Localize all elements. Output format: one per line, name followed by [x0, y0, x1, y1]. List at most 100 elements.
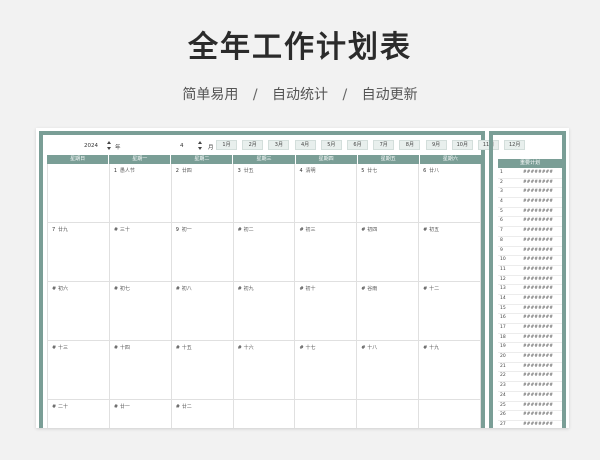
plan-value: ######## [522, 266, 554, 272]
plan-value: ######## [522, 334, 554, 340]
calendar-day-cell[interactable]: 1 愚人节 [110, 164, 172, 222]
calendar-day-cell[interactable]: # 初二 [234, 223, 296, 281]
month-unit-label: 月 [208, 145, 214, 151]
weekday-label: 星期日 [47, 155, 110, 164]
lunar-label: 二十 [58, 404, 69, 410]
calendar-day-cell[interactable]: 4 清明 [295, 164, 358, 222]
plan-index: 4 [500, 199, 503, 205]
calendar-day-cell[interactable]: # 廿一 [110, 400, 172, 428]
calendar-day-cell[interactable]: 3 廿五 [234, 164, 296, 222]
month-button[interactable]: 2月 [242, 140, 264, 150]
calendar-week-row: 7 廿九 # 三十 9 初一 # 初二 # 初三 # 初四 # 初五 [47, 223, 482, 282]
calendar-day-cell[interactable]: # 初六 [47, 282, 110, 340]
month-input[interactable]: 4 [180, 143, 184, 149]
calendar-day-cell[interactable]: # 十三 [47, 341, 110, 399]
plan-value: ######## [522, 402, 554, 408]
calendar-day-cell[interactable]: # 初七 [110, 282, 172, 340]
plan-list-item: 20 ######## [498, 353, 562, 363]
calendar-day-cell[interactable]: # 十五 [172, 341, 234, 399]
month-button[interactable]: 9月 [425, 140, 447, 150]
plan-list-item: 19 ######## [498, 343, 562, 354]
calendar-day-cell[interactable]: # 三十 [110, 223, 172, 281]
plan-index: 17 [500, 325, 506, 330]
calendar-day-cell[interactable]: # 十六 [234, 341, 296, 399]
calendar-day-cell[interactable]: # 初三 [295, 223, 358, 281]
month-button[interactable]: 10月 [451, 140, 473, 150]
plan-value: ######## [522, 276, 554, 282]
weekday-label: 星期一 [109, 155, 172, 164]
calendar-day-cell[interactable]: # 二十 [47, 400, 110, 428]
calendar-day-cell[interactable]: # 初十 [295, 282, 358, 340]
plan-value: ######## [522, 286, 554, 292]
calendar-day-cell[interactable]: # 十二 [419, 282, 482, 340]
plan-list-item: 15 ######## [498, 305, 562, 315]
plan-list-item: 21 ######## [498, 363, 562, 373]
year-unit-label: 年 [115, 145, 121, 151]
weekday-label: 星期三 [233, 155, 296, 164]
year-spinner-icon[interactable] [107, 141, 111, 150]
plan-list-item: 12 ######## [498, 276, 562, 286]
plan-value: ######## [522, 237, 554, 243]
plan-list-item: 18 ######## [498, 334, 562, 344]
calendar-day-cell[interactable]: 6 廿八 [419, 164, 482, 222]
plan-index: 18 [500, 334, 506, 340]
month-button[interactable]: 6月 [347, 140, 368, 150]
year-input[interactable]: 2024 [84, 143, 98, 149]
month-button[interactable]: 7月 [373, 140, 395, 150]
plan-list-item: 23 ######## [498, 382, 562, 392]
calendar-day-cell[interactable]: 9 初一 [172, 223, 234, 281]
calendar-day-cell[interactable]: # 十四 [110, 341, 172, 399]
subtitle-part-1: 简单易用 [182, 87, 239, 103]
plan-index: 2 [500, 179, 503, 185]
calendar-day-cell[interactable]: # 廿二 [172, 400, 234, 428]
calendar-day-cell[interactable]: # 十九 [419, 341, 482, 399]
month-button[interactable]: 8月 [399, 140, 421, 150]
month-button[interactable]: 4月 [294, 140, 316, 150]
plan-list-item: 7 ######## [498, 227, 562, 237]
calendar-day-cell[interactable]: 7 廿九 [47, 223, 110, 281]
plan-index: 20 [500, 354, 506, 360]
plan-index: 26 [500, 412, 506, 418]
plan-index: 6 [500, 218, 503, 224]
lunar-label: 初九 [243, 286, 254, 292]
calendar-day-cell[interactable]: # 初八 [172, 282, 234, 340]
calendar-day-cell[interactable] [47, 164, 110, 222]
calendar-body: 1 愚人节 2 廿四 3 廿五 4 清明 5 廿七 6 廿八 7 廿九 # 三十 9 初一 # 初二 # 初三 # 初四 # 初五… [47, 164, 482, 428]
month-button[interactable]: 3月 [268, 140, 290, 150]
calendar-day-cell[interactable]: # 十七 [295, 341, 358, 399]
plan-value: ######## [522, 228, 554, 234]
lunar-label: 清明 [305, 168, 316, 174]
calendar-day-cell[interactable]: 2 廿四 [172, 164, 234, 222]
calendar-day-cell[interactable]: # 初九 [234, 282, 296, 340]
plan-list-item: 5 ######## [498, 208, 562, 218]
lunar-label: 谷雨 [367, 286, 378, 292]
plan-index: 24 [500, 392, 506, 398]
month-button[interactable]: 1月 [216, 140, 237, 150]
plan-list-item: 14 ######## [498, 295, 562, 305]
calendar-day-cell[interactable] [295, 400, 358, 428]
calendar-day-cell[interactable] [357, 400, 420, 428]
calendar-week-row: # 二十 # 廿一 # 廿二 [47, 400, 482, 428]
calendar-day-cell[interactable]: # 初四 [357, 223, 420, 281]
plan-list-item: 25 ######## [498, 402, 562, 412]
plan-index: 8 [500, 237, 503, 243]
lunar-label: 初四 [367, 227, 378, 233]
lunar-label: 廿八 [429, 168, 440, 174]
lunar-label: 初二 [243, 227, 254, 233]
calendar-day-cell[interactable]: # 谷雨 [357, 282, 420, 340]
calendar-day-cell[interactable] [234, 400, 296, 428]
calendar-day-cell[interactable]: # 十八 [357, 341, 420, 399]
spreadsheet-preview: 2024 年 4 月 1月 2月 3月 4月 5月 6月 7月 8月 9月 10月 11月 12月 星… [36, 128, 569, 428]
plan-list-item: 26 ######## [498, 411, 562, 421]
calendar-day-cell[interactable]: 5 廿七 [357, 164, 420, 222]
plan-list-item: 9 ######## [498, 247, 562, 257]
calendar-week-row: # 初六 # 初七 # 初八 # 初九 # 初十 # 谷雨 # 十二 [47, 282, 482, 341]
month-spinner-icon[interactable] [198, 141, 202, 150]
plan-index: 19 [500, 344, 506, 350]
calendar-day-cell[interactable]: # 初五 [419, 223, 482, 281]
calendar-day-cell[interactable] [419, 400, 482, 428]
month-button[interactable]: 5月 [320, 140, 342, 150]
plan-index: 3 [500, 189, 503, 195]
plan-list-item: 16 ######## [498, 314, 562, 324]
subtitle-part-3: 自动更新 [361, 87, 418, 103]
